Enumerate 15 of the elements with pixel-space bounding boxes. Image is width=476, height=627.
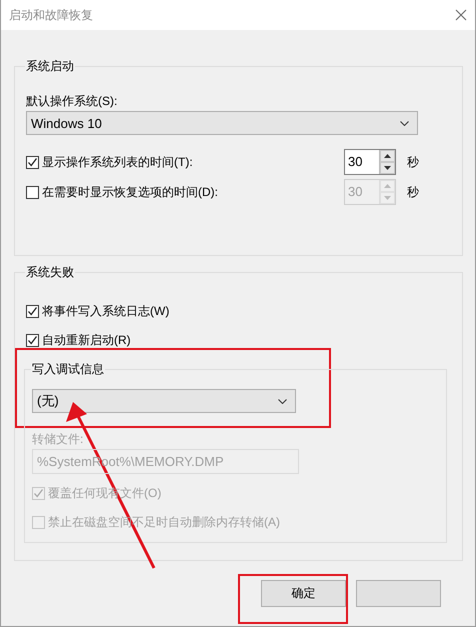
spin-box[interactable]: 30 — [344, 149, 396, 175]
checkbox-label: 在需要时显示恢复选项的时间(D): — [42, 184, 218, 200]
group-title: 系统启动 — [25, 58, 75, 75]
checkbox-label: 自动重新启动(R) — [42, 332, 131, 349]
group-title: 系统失败 — [25, 264, 75, 281]
checkbox-label: 将事件写入系统日志(W) — [42, 303, 170, 320]
window-title: 启动和故障恢复 — [9, 6, 93, 24]
field-label: 转储文件: — [32, 430, 84, 448]
checkbox-label: 显示操作系统列表的时间(T): — [42, 154, 193, 170]
unit-label: 秒 — [407, 184, 419, 198]
os-dropdown[interactable]: Windows 10 — [26, 111, 418, 135]
field-label: 默认操作系统(S): — [26, 92, 118, 110]
group-title: 写入调试信息 — [31, 361, 105, 378]
ok-button[interactable]: 确定 — [261, 580, 346, 607]
unit-label: 秒 — [407, 154, 419, 168]
